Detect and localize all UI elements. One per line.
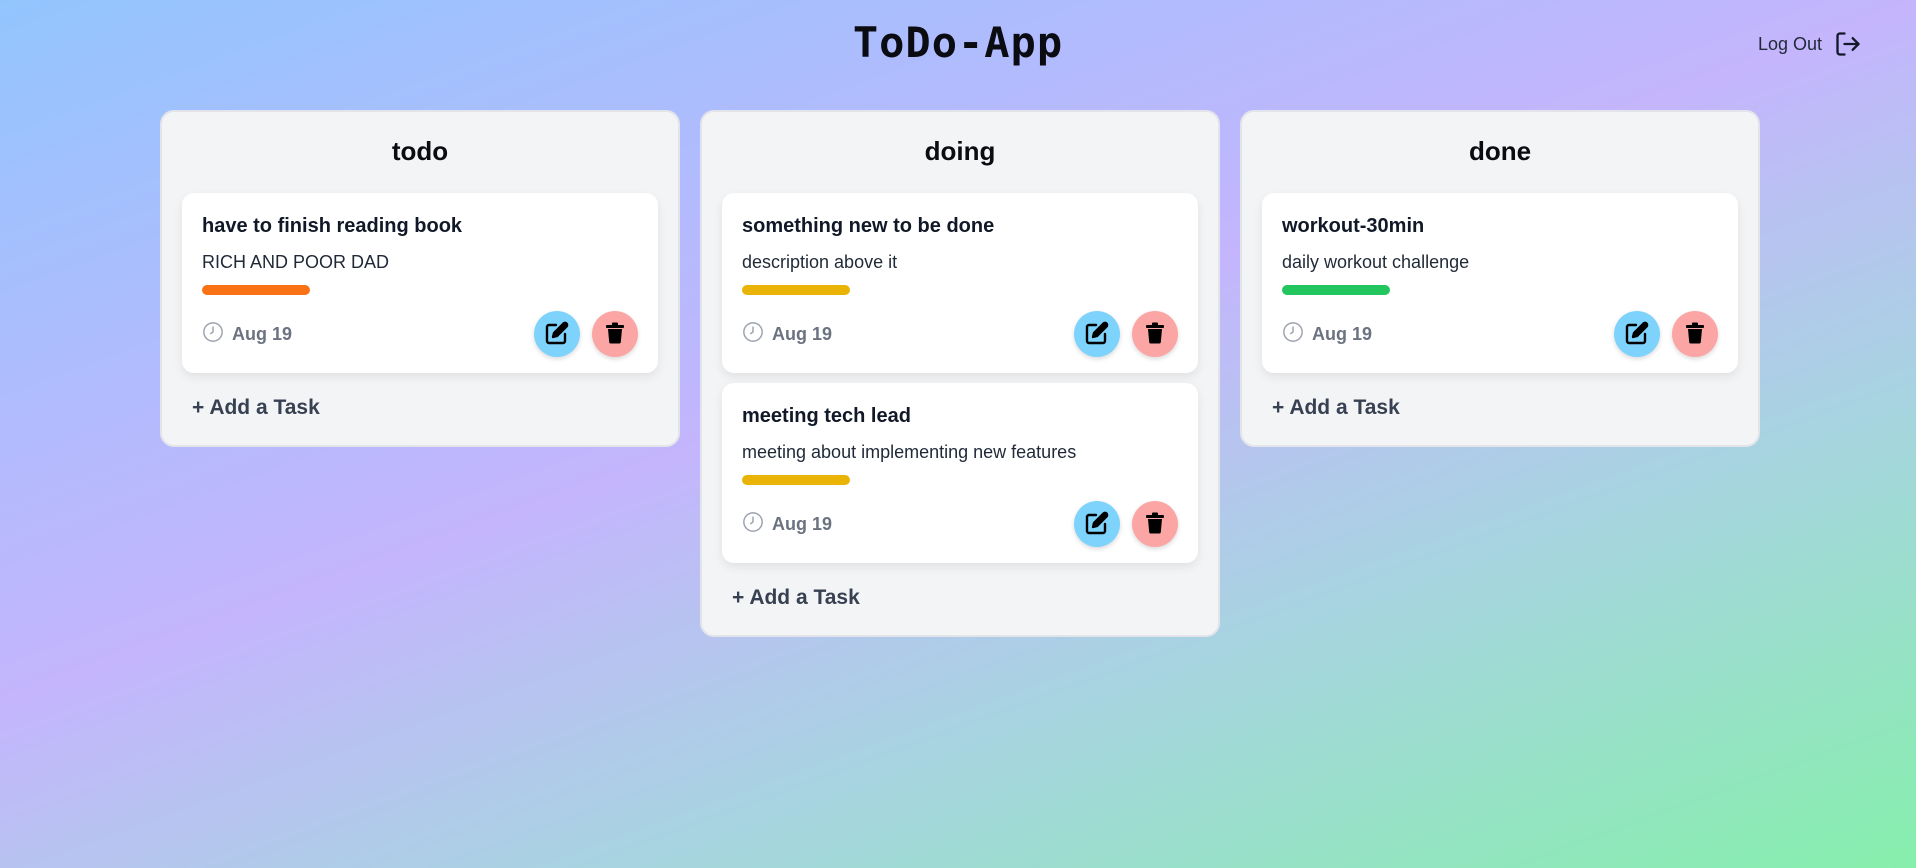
- task-date: Aug 19: [1282, 321, 1372, 348]
- edit-icon: [1085, 321, 1109, 348]
- task-title: meeting tech lead: [742, 405, 911, 427]
- task-footer: Aug 19: [742, 311, 1178, 357]
- trash-icon: [1145, 512, 1165, 537]
- clock-icon: [202, 321, 224, 348]
- task-actions: [534, 311, 638, 357]
- priority-bar: [1282, 285, 1390, 295]
- trash-icon: [605, 322, 625, 347]
- task-footer: Aug 19: [742, 501, 1178, 547]
- edit-button[interactable]: [1074, 311, 1120, 357]
- task-card[interactable]: meeting tech lead meeting about implemen…: [722, 383, 1198, 563]
- delete-button[interactable]: [592, 311, 638, 357]
- edit-icon: [545, 321, 569, 348]
- task-date-label: Aug 19: [1312, 323, 1373, 344]
- priority-bar: [742, 475, 850, 485]
- logout-label: Log Out: [1757, 33, 1822, 54]
- column-title: todo: [391, 136, 449, 166]
- task-date-label: Aug 19: [232, 323, 293, 344]
- app-title: ToDo-App: [852, 18, 1064, 67]
- add-task-button[interactable]: + Add a Task: [722, 585, 866, 611]
- task-footer: Aug 19: [1282, 311, 1718, 357]
- delete-button[interactable]: [1132, 311, 1178, 357]
- priority-bar: [202, 285, 310, 295]
- task-title: something new to be done: [742, 215, 995, 237]
- trash-icon: [1685, 322, 1705, 347]
- task-card[interactable]: workout-30min daily workout challenge Au…: [1262, 193, 1738, 373]
- task-date: Aug 19: [742, 511, 832, 538]
- add-task-button[interactable]: + Add a Task: [1262, 395, 1406, 421]
- column-todo: todo have to finish reading book RICH AN…: [160, 110, 680, 447]
- task-date-label: Aug 19: [772, 513, 833, 534]
- trash-icon: [1145, 322, 1165, 347]
- task-date: Aug 19: [742, 321, 832, 348]
- logout-button[interactable]: Log Out: [1758, 30, 1862, 58]
- edit-button[interactable]: [534, 311, 580, 357]
- task-description: meeting about implementing new features: [742, 442, 1077, 462]
- clock-icon: [1282, 321, 1304, 348]
- edit-icon: [1625, 321, 1649, 348]
- task-description: daily workout challenge: [1282, 252, 1470, 272]
- task-card[interactable]: something new to be done description abo…: [722, 193, 1198, 373]
- task-title: have to finish reading book: [202, 215, 463, 237]
- task-date-label: Aug 19: [772, 323, 833, 344]
- logout-icon: [1834, 30, 1862, 58]
- task-description: RICH AND POOR DAD: [202, 252, 390, 272]
- clock-icon: [742, 321, 764, 348]
- task-actions: [1074, 311, 1178, 357]
- delete-button[interactable]: [1132, 501, 1178, 547]
- column-done: done workout-30min daily workout challen…: [1240, 110, 1760, 447]
- task-description: description above it: [742, 252, 898, 272]
- edit-icon: [1085, 511, 1109, 538]
- task-title: workout-30min: [1282, 215, 1425, 237]
- task-date: Aug 19: [202, 321, 292, 348]
- kanban-board: todo have to finish reading book RICH AN…: [160, 110, 1760, 637]
- column-title: doing: [924, 136, 996, 166]
- edit-button[interactable]: [1614, 311, 1660, 357]
- column-doing: doing something new to be done descripti…: [700, 110, 1220, 637]
- add-task-button[interactable]: + Add a Task: [182, 395, 326, 421]
- task-actions: [1614, 311, 1718, 357]
- clock-icon: [742, 511, 764, 538]
- column-title: done: [1468, 136, 1532, 166]
- task-footer: Aug 19: [202, 311, 638, 357]
- task-card[interactable]: have to finish reading book RICH AND POO…: [182, 193, 658, 373]
- task-actions: [1074, 501, 1178, 547]
- priority-bar: [742, 285, 850, 295]
- delete-button[interactable]: [1672, 311, 1718, 357]
- edit-button[interactable]: [1074, 501, 1120, 547]
